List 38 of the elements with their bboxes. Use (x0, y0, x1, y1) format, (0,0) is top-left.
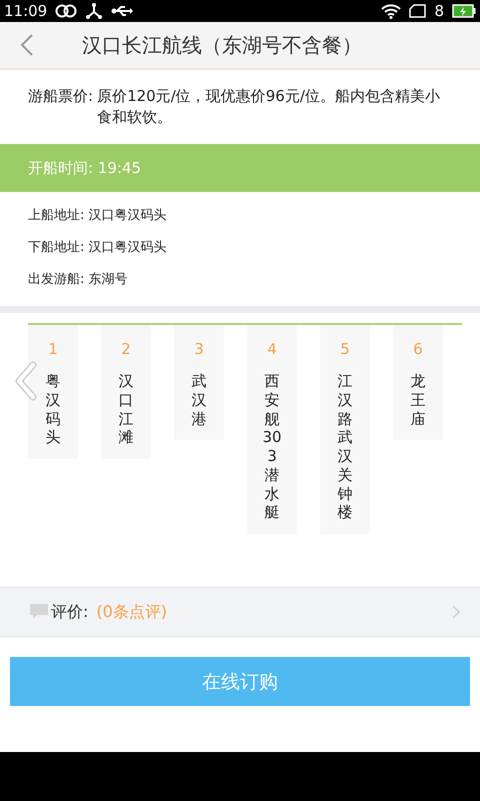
sim-card-icon (409, 4, 426, 18)
stop-number: 5 (340, 339, 350, 359)
share-icon (85, 3, 104, 19)
stop-number: 2 (121, 339, 131, 359)
review-count: (0条点评) (96, 602, 168, 622)
stop-number: 3 (194, 339, 204, 359)
battery-icon (452, 4, 476, 18)
stop-name: 汉口江滩 (118, 372, 134, 447)
departure-time-bar: 开船时间: 19:45 (0, 144, 480, 192)
review-row[interactable]: 评价: (0条点评) (0, 587, 480, 637)
info-line: 上船地址: 汉口粤汉码头 (28, 207, 168, 225)
stop-name: 江汉路武汉关钟楼 (336, 372, 354, 522)
price-label: 游船票价: (28, 86, 94, 107)
status-number-label: 8 (434, 2, 444, 20)
price-text: 原价120元/位，现优惠价96元/位。船内包含精美小食和软饮。 (97, 86, 440, 128)
stop-number: 4 (267, 339, 277, 359)
chevron-right-icon (452, 605, 460, 619)
stop-number: 1 (48, 339, 58, 359)
stop-number: 6 (413, 339, 423, 359)
stop-card[interactable]: 2 汉口江滩 (101, 325, 151, 459)
stop-card[interactable]: 5 江汉路武汉关钟楼 (320, 325, 370, 534)
stop-name: 龙王庙 (410, 372, 426, 428)
wifi-icon (381, 4, 402, 18)
stop-card[interactable]: 6 龙王庙 (393, 325, 443, 440)
stop-name: 西安舰303潜水艇 (262, 372, 282, 522)
rings-icon (55, 4, 78, 18)
stop-card[interactable]: 3 武汉港 (174, 325, 224, 440)
stop-card[interactable]: 1 粤汉码头 (28, 325, 78, 459)
status-time: 11:09 (4, 2, 48, 20)
comment-icon (30, 604, 48, 620)
page-title: 汉口长江航线（东湖号不含餐） (82, 32, 362, 58)
info-line: 下船地址: 汉口粤汉码头 (28, 239, 168, 257)
stop-name: 粤汉码头 (44, 372, 62, 447)
usb-icon (111, 4, 134, 18)
stop-card[interactable]: 4 西安舰303潜水艇 (247, 325, 297, 534)
stop-name: 武汉港 (190, 372, 208, 428)
review-label: 评价: (51, 602, 88, 622)
info-line: 出发游船: 东湖号 (28, 271, 129, 289)
